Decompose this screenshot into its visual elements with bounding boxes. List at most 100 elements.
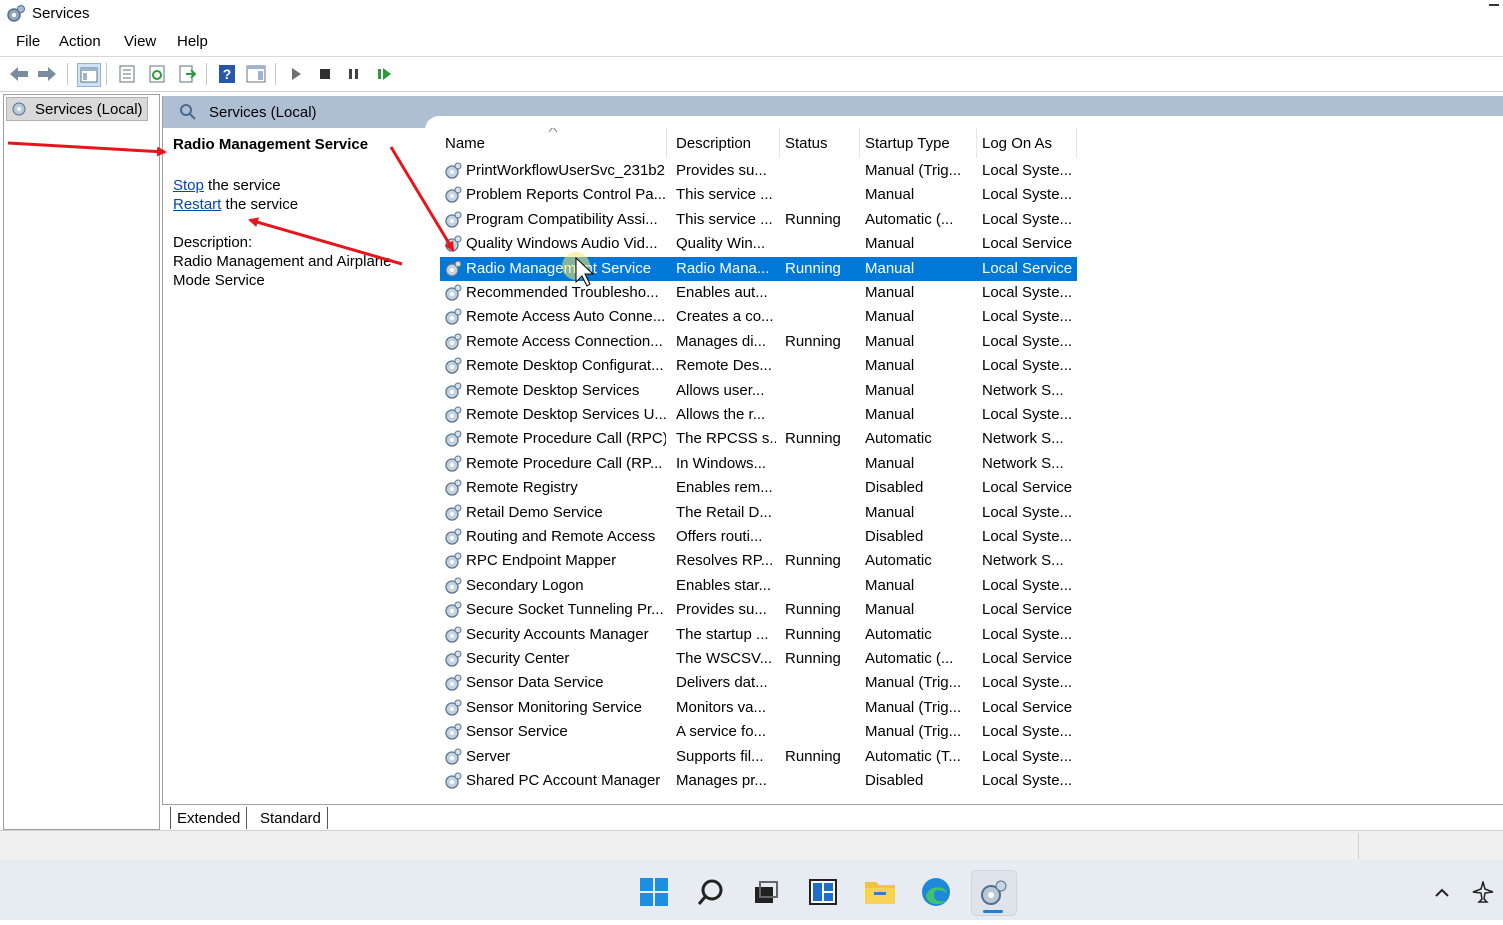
- table-row[interactable]: Quality Windows Audio Vid... Quality Win.…: [440, 232, 1077, 256]
- column-header-log-on-as[interactable]: Log On As: [977, 128, 1077, 158]
- table-row[interactable]: Secure Socket Tunneling Pr... Provides su…: [440, 598, 1077, 622]
- export-list-icon[interactable]: [176, 63, 198, 85]
- table-row[interactable]: Sensor Monitoring Service Monitors va... M…: [440, 696, 1077, 720]
- stop-service-icon[interactable]: [314, 63, 336, 85]
- table-row[interactable]: Recommended Troublesho... Enables aut... M…: [440, 281, 1077, 305]
- menu-bar: File Action View Help: [0, 28, 1503, 57]
- forward-arrow-icon[interactable]: [36, 63, 58, 85]
- table-row[interactable]: Remote Desktop Services U... Allows the r…: [440, 403, 1077, 427]
- column-header-status[interactable]: Status: [780, 128, 860, 158]
- table-row[interactable]: Retail Demo Service The Retail D... Manual…: [440, 501, 1077, 525]
- task-view-icon[interactable]: [744, 870, 788, 914]
- table-row[interactable]: Radio Management Service Radio Mana... Run…: [440, 256, 1077, 281]
- chevron-up-icon[interactable]: [1430, 870, 1454, 914]
- tree-node-label: Services (Local): [35, 100, 143, 118]
- airplane-mode-icon[interactable]: [1468, 870, 1498, 914]
- cell-name: Quality Windows Audio Vid...: [466, 235, 658, 253]
- table-row[interactable]: Security Accounts Manager The startup ...…: [440, 623, 1077, 647]
- cell-status: Running: [785, 259, 841, 277]
- table-row[interactable]: Remote Procedure Call (RP... In Windows..…: [440, 452, 1077, 476]
- show-hide-console-tree-icon[interactable]: [77, 63, 101, 87]
- cell-startup-type: Manual: [865, 332, 915, 350]
- pause-service-icon[interactable]: [343, 63, 365, 85]
- file-explorer-icon[interactable]: [858, 870, 902, 914]
- show-hide-action-pane-icon[interactable]: [245, 63, 267, 85]
- back-arrow-icon[interactable]: [8, 63, 30, 85]
- edge-browser-icon[interactable]: [914, 870, 958, 914]
- table-row[interactable]: Server Supports fil... Running Automatic (T…: [440, 745, 1077, 769]
- cell-name: Sensor Data Service: [466, 674, 604, 692]
- service-gear-icon: [444, 772, 462, 790]
- table-row[interactable]: Remote Desktop Services Allows user... Man…: [440, 379, 1077, 403]
- column-header-description[interactable]: Description: [671, 128, 780, 158]
- cell-description: Enables aut...: [676, 284, 768, 301]
- toolbar-separator: [67, 63, 68, 85]
- cell-startup-type: Manual (Trig...: [865, 674, 962, 692]
- description-label: Description:: [173, 234, 253, 251]
- cell-log-on-as: Local Syste...: [982, 528, 1073, 545]
- table-row[interactable]: Remote Desktop Configurat... Remote Des..…: [440, 354, 1077, 378]
- cell-description: Manages di...: [676, 332, 767, 350]
- cell-description: Allows user...: [676, 381, 765, 399]
- cell-name: Recommended Troublesho...: [466, 284, 659, 301]
- column-header-startup-type[interactable]: Startup Type: [860, 128, 977, 158]
- service-gear-icon: [444, 260, 462, 278]
- cell-name: Remote Desktop Configurat...: [466, 357, 664, 375]
- menu-help[interactable]: Help: [175, 33, 210, 50]
- cell-name: PrintWorkflowUserSvc_231b2: [466, 162, 665, 179]
- cell-description: In Windows...: [676, 454, 767, 472]
- cell-status: Running: [785, 210, 841, 228]
- toolbar-separator: [106, 63, 107, 85]
- minimize-button[interactable]: [1489, 4, 1499, 6]
- table-row[interactable]: Sensor Service A service fo... Manual (Tri…: [440, 720, 1077, 744]
- cell-log-on-as: Local Service: [982, 650, 1073, 667]
- search-icon[interactable]: [689, 870, 733, 914]
- cell-name: Server: [466, 747, 511, 765]
- table-row[interactable]: Routing and Remote Access Offers routi...…: [440, 525, 1077, 549]
- menu-view[interactable]: View: [122, 33, 158, 50]
- cell-startup-type: Automatic: [865, 430, 932, 448]
- table-row[interactable]: Sensor Data Service Delivers dat... Manual…: [440, 671, 1077, 695]
- table-row[interactable]: Problem Reports Control Pa... This servic…: [440, 183, 1077, 207]
- table-row[interactable]: Remote Procedure Call (RPC) The RPCSS s..…: [440, 427, 1077, 451]
- cell-name: Problem Reports Control Pa...: [466, 186, 666, 204]
- column-header-name[interactable]: Name: [440, 128, 667, 158]
- start-service-icon[interactable]: [285, 63, 307, 85]
- service-gear-icon: [444, 552, 462, 570]
- cell-startup-type: Manual: [865, 284, 915, 301]
- service-gear-icon: [444, 674, 462, 692]
- cell-log-on-as: Local Syste...: [982, 308, 1073, 326]
- help-icon[interactable]: ?: [216, 63, 238, 85]
- cell-startup-type: Manual (Trig...: [865, 723, 962, 741]
- properties-icon[interactable]: [116, 63, 138, 85]
- widgets-icon[interactable]: [801, 870, 845, 914]
- cell-log-on-as: Local Syste...: [982, 576, 1073, 594]
- service-gear-icon: [444, 504, 462, 522]
- menu-file[interactable]: File: [14, 33, 42, 50]
- cell-startup-type: Manual: [865, 357, 915, 375]
- stop-service-link[interactable]: Stop: [173, 177, 204, 194]
- menu-action[interactable]: Action: [57, 33, 103, 50]
- table-row[interactable]: Secondary Logon Enables star... Manual Loca…: [440, 574, 1077, 598]
- selected-service-name: Radio Management Service: [173, 136, 369, 153]
- restart-service-link[interactable]: Restart: [173, 196, 221, 213]
- table-row[interactable]: Shared PC Account Manager Manages pr... Di…: [440, 769, 1077, 793]
- table-row[interactable]: RPC Endpoint Mapper Resolves RP... Running…: [440, 549, 1077, 573]
- table-row[interactable]: Remote Access Connection... Manages di...…: [440, 330, 1077, 354]
- windows-start-icon[interactable]: [632, 870, 676, 914]
- cell-startup-type: Disabled: [865, 772, 924, 789]
- cell-description: Enables star...: [676, 576, 772, 594]
- tab-standard[interactable]: Standard: [254, 807, 328, 829]
- tab-extended[interactable]: Extended: [170, 807, 248, 829]
- service-gear-icon: [444, 650, 462, 668]
- table-row[interactable]: PrintWorkflowUserSvc_231b2 Provides su...…: [440, 159, 1077, 183]
- refresh-icon[interactable]: [146, 63, 168, 85]
- table-row[interactable]: Remote Access Auto Conne... Creates a co.…: [440, 305, 1077, 329]
- table-row[interactable]: Security Center The WSCSV... Running Automa…: [440, 647, 1077, 671]
- resume-service-icon[interactable]: [373, 63, 395, 85]
- table-row[interactable]: Program Compatibility Assi... This servic…: [440, 208, 1077, 232]
- table-row[interactable]: Remote Registry Enables rem... Disabled Loc…: [440, 476, 1077, 500]
- cell-startup-type: Manual: [865, 235, 915, 253]
- tree-node-services-local[interactable]: Services (Local): [6, 97, 148, 121]
- cell-startup-type: Manual (Trig...: [865, 162, 962, 179]
